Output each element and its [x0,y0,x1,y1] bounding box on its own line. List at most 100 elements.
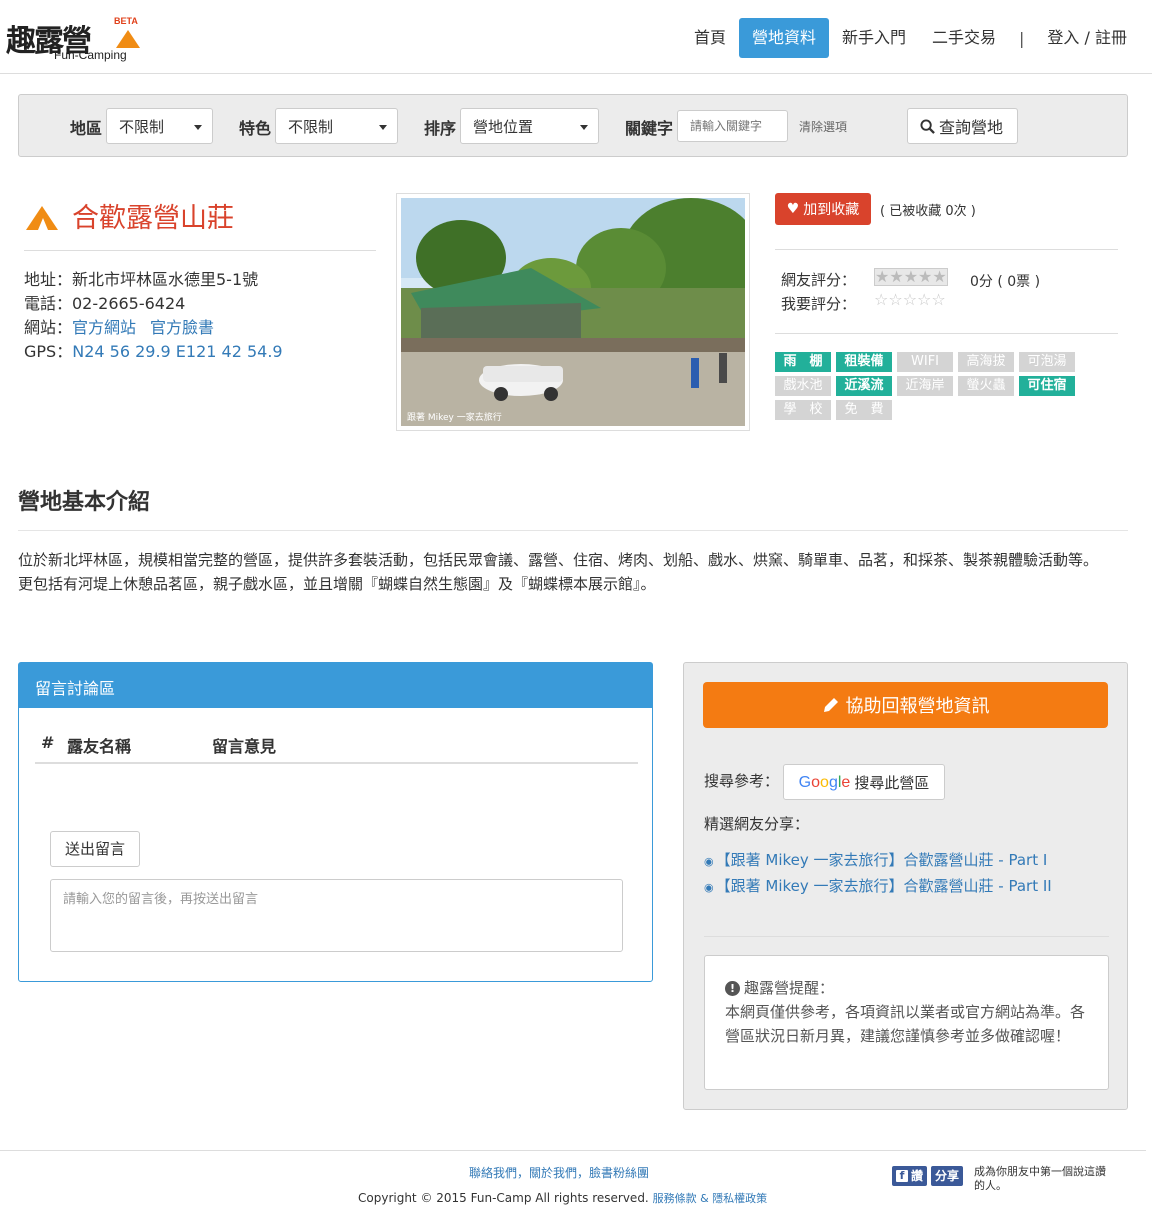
tag-near-stream: 近溪流 [836,376,892,396]
report-info-button[interactable]: 協助回報營地資訊 [703,682,1108,728]
sort-value: 營地位置 [473,118,534,136]
camp-name: 合歡露營山莊 [72,203,234,234]
caret-down-icon [194,125,202,130]
share-link-part-1[interactable]: 【跟著 Mikey 一家去旅行】合歡露營山莊 - Part I [716,851,1048,869]
feature-value: 不限制 [288,118,334,136]
caret-down-icon [379,125,387,130]
camp-photo[interactable]: 跟著 Mikey 一家去旅行 [396,193,750,431]
tag-pool: 戲水池 [775,376,831,396]
website-label: 網站： [24,318,73,337]
intro-text: 位於新北坪林區，規模相當完整的營區，提供許多套裝活動，包括民眾會議、露營、住宿、… [18,548,1130,596]
sort-label: 排序 [424,119,457,138]
favorite-count: ( 已被收藏 0次 ) [880,204,976,219]
add-favorite-label: 加到收藏 [803,202,860,218]
google-search-label: 搜尋此營區 [854,773,930,792]
camp-phone: 電話：02-2665-6424 [24,294,186,313]
tent-icon [116,30,140,48]
nav-beginner[interactable]: 新手入門 [829,18,919,58]
tent-icon [24,200,60,232]
official-site-link[interactable]: 官方網站 [72,318,136,337]
nav-camps[interactable]: 營地資料 [738,18,829,58]
sort-select[interactable]: 營地位置 [460,108,599,144]
my-rating-label: 我要評分： [781,295,857,313]
facebook-link[interactable]: 官方臉書 [150,318,214,337]
bullet-icon: ◉ [704,881,714,894]
search-camp-button[interactable]: 查詢營地 [907,108,1018,144]
nav-home[interactable]: 首頁 [681,18,739,58]
bullet-icon: ◉ [704,855,714,868]
region-value: 不限制 [119,118,165,136]
divider [775,333,1118,334]
camp-gps: GPS：N24 56 29.9 E121 42 54.9 [24,340,297,364]
region-label: 地區 [70,119,103,138]
share-label: 精選網友分享： [704,815,810,833]
tag-rental: 租裝備 [836,352,892,372]
divider [775,249,1118,250]
divider [24,250,376,251]
info-sidebar: 協助回報營地資訊 搜尋參考： Google 搜尋此營區 精選網友分享： ◉ 【跟著… [683,662,1128,1110]
logo-beta: BETA [114,16,138,26]
keyword-label: 關鍵字 [625,119,674,138]
keyword-input[interactable] [677,110,788,142]
divider [704,936,1109,937]
site-logo[interactable]: 趣露營 BETA Fun-Camping [6,14,146,66]
reminder-box: ! 趣露營提醒： 本網頁僅供參考，各項資訊以業者或官方網站為準。各營區狀況日新月異… [704,955,1109,1090]
gps-link[interactable]: N24 56 29.9 E121 42 54.9 [72,342,282,361]
exclamation-icon: ! [725,980,740,996]
copyright: Copyright © 2015 Fun-Camp All rights res… [358,1190,767,1206]
camp-website: 網站：官方網站 官方臉書 [24,316,297,340]
site-header: 趣露營 BETA Fun-Camping 首頁 營地資料 新手入門 二手交易 |… [0,0,1152,74]
comment-col-name: 露友名稱 [67,737,132,756]
fb-like-label: 讚 [911,1169,924,1183]
search-camp-label: 查詢營地 [939,118,1004,137]
fb-share-button[interactable]: 分享 [931,1166,964,1186]
intro-line-2: 更包括有河堤上休憩品茗區，親子戲水區，並且增關『蝴蝶自然生態園』及『蝴蝶標本展示… [18,575,656,593]
footer-divider [0,1150,1146,1151]
feature-label: 特色 [239,119,272,138]
tag-lodging: 可住宿 [1019,376,1075,396]
footer-links[interactable]: 聯絡我們，關於我們，臉書粉絲團 [469,1164,649,1181]
nav-separator: | [1019,28,1025,48]
photo-caption: 跟著 Mikey 一家去旅行 [407,411,502,423]
camp-info: 地址：新北市坪林區水德里5-1號 電話：02-2665-6424 網站：官方網站… [24,268,297,364]
intro-line-1: 位於新北坪林區，規模相當完整的營區，提供許多套裝活動，包括民眾會議、露營、住宿、… [18,551,1099,569]
main-nav: 首頁 營地資料 新手入門 二手交易 | 登入 / 註冊 [681,18,1140,58]
heart-icon: ♥ [786,201,800,217]
tag-school: 學 校 [775,400,831,420]
search-ref-label: 搜尋參考： [704,772,780,790]
intro-title: 營地基本介紹 [18,490,151,515]
comment-textarea[interactable]: 請輸入您的留言後，再按送出留言 [50,879,623,952]
user-rating-stars: ★★★★★ [874,267,948,286]
clear-filter-link[interactable]: 清除選項 [799,118,847,135]
report-info-label: 協助回報營地資訊 [845,696,990,717]
facebook-icon: f [896,1170,908,1182]
send-comment-button[interactable]: 送出留言 [50,831,140,867]
my-rating-stars[interactable]: ☆☆☆☆☆ [874,290,946,309]
caret-down-icon [580,125,588,130]
add-favorite-button[interactable]: ♥ 加到收藏 [775,193,871,225]
tag-wifi: WIFI [897,352,953,372]
reminder-title: 趣露營提醒： [744,979,835,997]
tag-hot-spring: 可泡湯 [1019,352,1075,372]
google-logo-icon: Google [798,773,851,791]
policy-link[interactable]: 服務條款 & 隱私權政策 [653,1192,768,1205]
tag-free: 免 費 [836,400,892,420]
fb-like-text: 成為你朋友中第一個說這讚的人。 [974,1165,1106,1192]
user-rating-value: 0分 ( 0票 ) [970,274,1041,290]
nav-trade[interactable]: 二手交易 [919,18,1009,58]
comment-col-message: 留言意見 [212,737,277,756]
feature-select[interactable]: 不限制 [275,108,398,144]
tag-high-altitude: 高海拔 [958,352,1014,372]
camp-address: 地址：新北市坪林區水德里5-1號 [24,270,259,289]
fb-like-button[interactable]: f讚 [892,1166,928,1186]
divider [35,762,638,764]
nav-login[interactable]: 登入 / 註冊 [1034,18,1140,58]
share-link-part-2[interactable]: 【跟著 Mikey 一家去旅行】合歡露營山莊 - Part II [716,877,1052,895]
camp-photo-image: 跟著 Mikey 一家去旅行 [401,198,745,426]
filter-bar: 地區 不限制 特色 不限制 排序 營地位置 關鍵字 清除選項 查詢營地 [18,94,1128,157]
google-search-button[interactable]: Google 搜尋此營區 [783,764,945,800]
region-select[interactable]: 不限制 [106,108,213,144]
reminder-body: 本網頁僅供參考，各項資訊以業者或官方網站為準。各營區狀況日新月異，建議您謹慎參考… [725,1003,1086,1045]
gps-label: GPS： [24,342,73,361]
tag-rain-shelter: 雨 棚 [775,352,831,372]
